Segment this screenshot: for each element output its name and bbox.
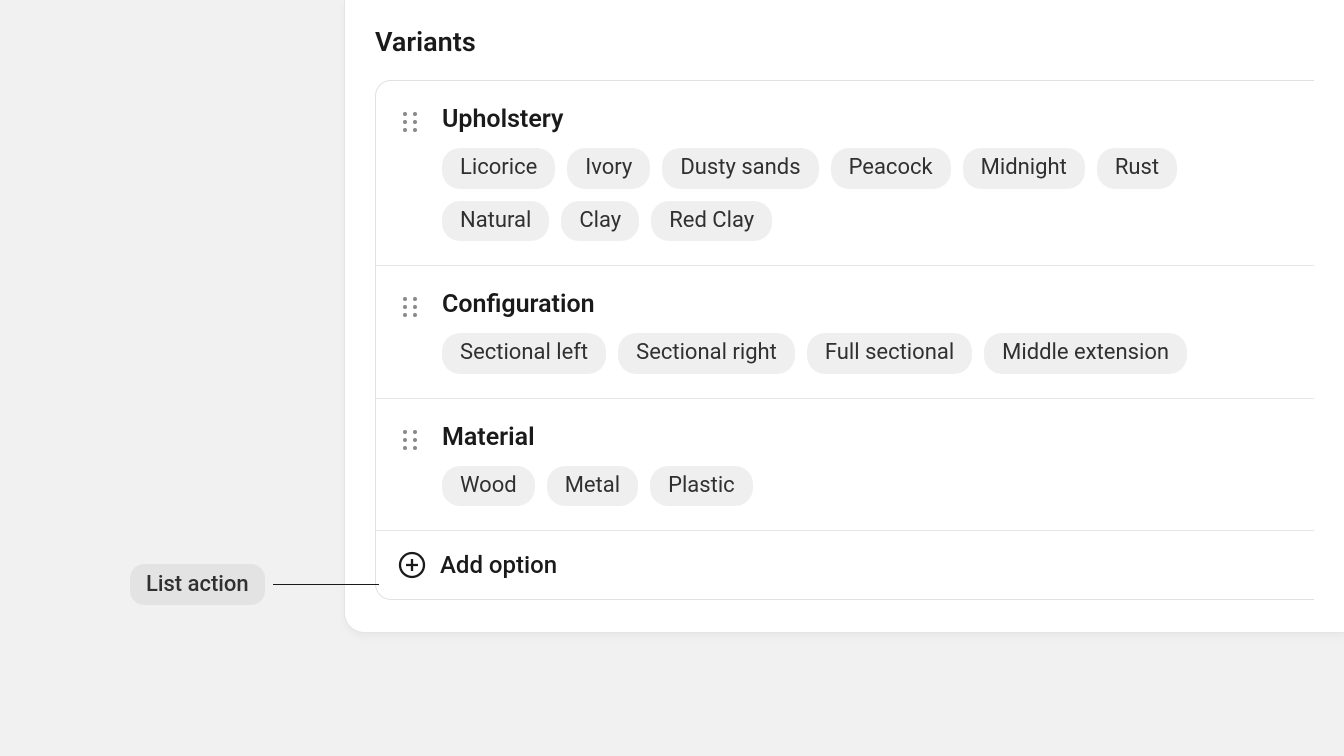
tag[interactable]: Middle extension xyxy=(984,333,1187,374)
options-panel: Upholstery Licorice Ivory Dusty sands Pe… xyxy=(375,80,1314,600)
add-option-label: Add option xyxy=(440,551,557,579)
option-content: Configuration Sectional left Sectional r… xyxy=(442,290,1284,374)
option-content: Material Wood Metal Plastic xyxy=(442,423,1284,507)
tag[interactable]: Peacock xyxy=(831,148,951,189)
plus-circle-icon xyxy=(398,551,426,579)
drag-handle-icon[interactable] xyxy=(402,111,422,133)
option-values: Wood Metal Plastic xyxy=(442,466,1284,507)
tag[interactable]: Metal xyxy=(547,466,638,507)
option-row-material[interactable]: Material Wood Metal Plastic xyxy=(376,399,1314,532)
annotation-connector-line xyxy=(273,584,379,585)
option-values: Sectional left Sectional right Full sect… xyxy=(442,333,1284,374)
option-content: Upholstery Licorice Ivory Dusty sands Pe… xyxy=(442,105,1284,241)
tag[interactable]: Licorice xyxy=(442,148,555,189)
annotation-label: List action xyxy=(130,564,265,605)
option-name: Configuration xyxy=(442,290,1284,319)
annotation-list-action: List action xyxy=(130,564,379,605)
tag[interactable]: Clay xyxy=(561,201,639,242)
drag-handle-icon[interactable] xyxy=(402,296,422,318)
add-option-button[interactable]: Add option xyxy=(376,531,1314,599)
tag[interactable]: Plastic xyxy=(650,466,753,507)
option-name: Upholstery xyxy=(442,105,1284,134)
option-row-upholstery[interactable]: Upholstery Licorice Ivory Dusty sands Pe… xyxy=(376,81,1314,266)
tag[interactable]: Dusty sands xyxy=(662,148,818,189)
option-name: Material xyxy=(442,423,1284,452)
tag[interactable]: Red Clay xyxy=(651,201,772,242)
tag[interactable]: Sectional right xyxy=(618,333,795,374)
tag[interactable]: Natural xyxy=(442,201,549,242)
tag[interactable]: Full sectional xyxy=(807,333,972,374)
tag[interactable]: Midnight xyxy=(963,148,1085,189)
tag[interactable]: Wood xyxy=(442,466,535,507)
section-title: Variants xyxy=(345,0,1344,80)
tag[interactable]: Sectional left xyxy=(442,333,606,374)
tag[interactable]: Rust xyxy=(1097,148,1177,189)
option-row-configuration[interactable]: Configuration Sectional left Sectional r… xyxy=(376,266,1314,399)
variants-card: Variants Upholstery Licorice Ivory Dusty… xyxy=(344,0,1344,633)
option-values: Licorice Ivory Dusty sands Peacock Midni… xyxy=(442,148,1284,241)
drag-handle-icon[interactable] xyxy=(402,429,422,451)
tag[interactable]: Ivory xyxy=(567,148,650,189)
